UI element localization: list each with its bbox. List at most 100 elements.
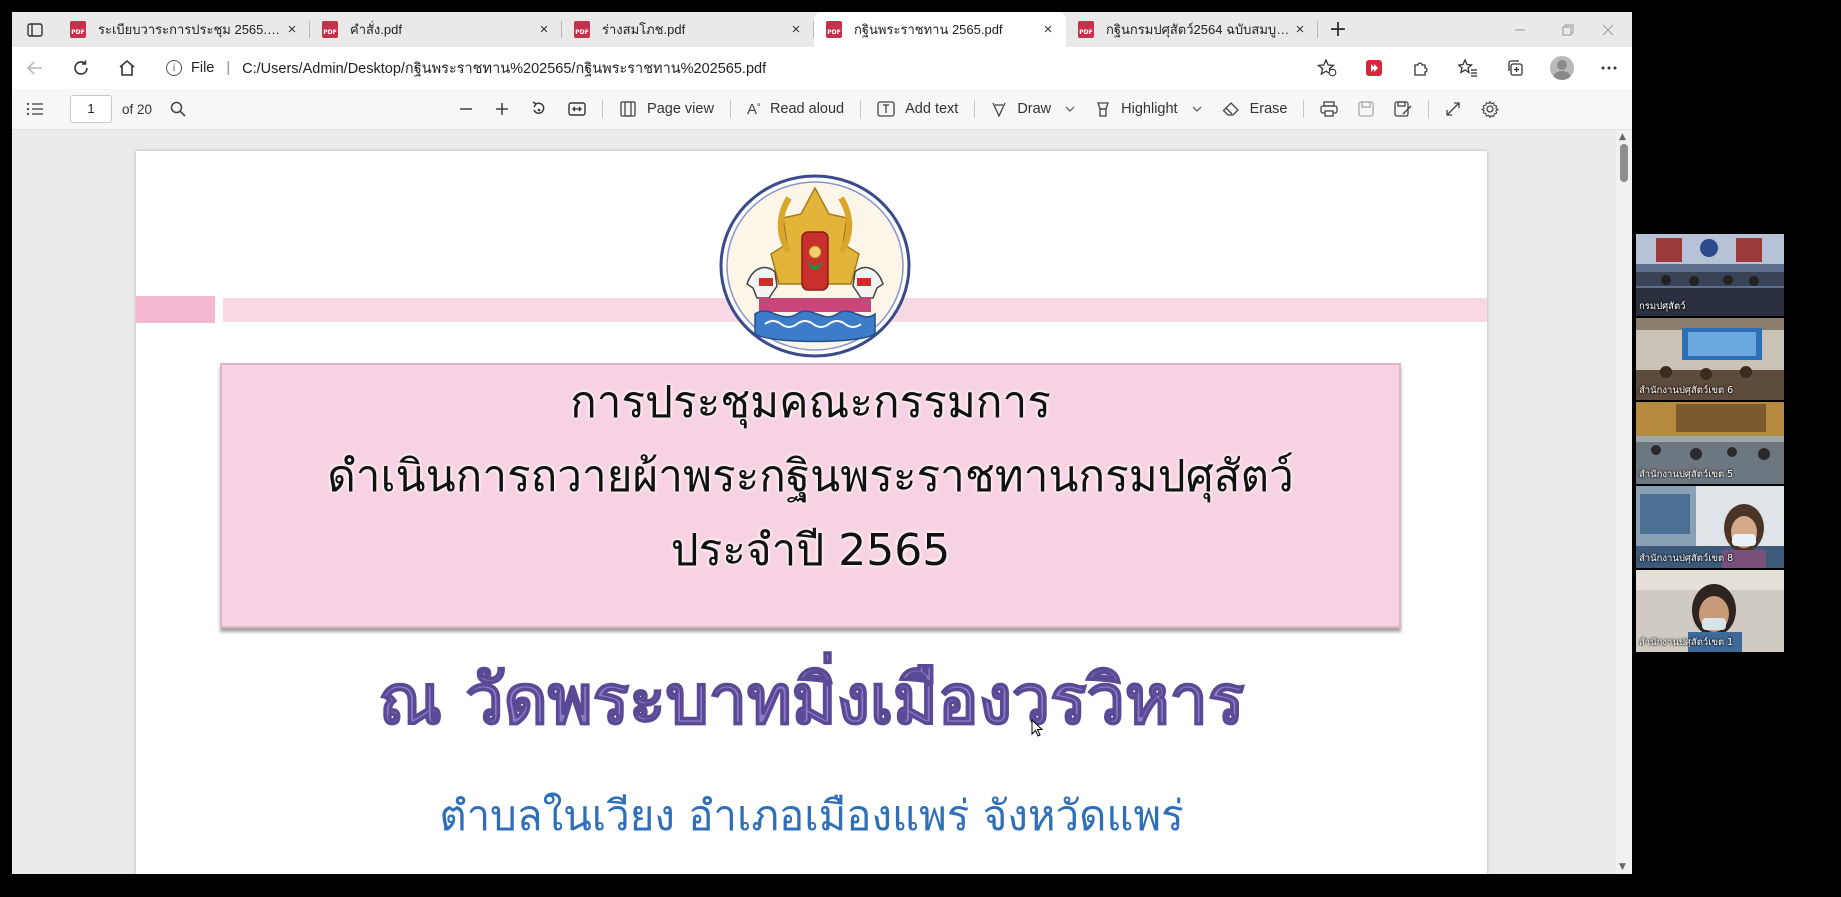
toolbar-divider [1303, 100, 1305, 118]
tab-kathin-2564[interactable]: PDF กฐินกรมปศุสัตว์2564 ฉบับสมบูรณ์.p × [1066, 12, 1318, 47]
add-favorite-button[interactable] [1303, 47, 1350, 89]
pdf-file-icon: PDF [322, 21, 338, 38]
refresh-icon [74, 60, 88, 75]
url-field[interactable]: i File | C:/Users/Admin/Desktop/กฐินพระร… [166, 53, 766, 83]
page-view-button[interactable]: Page view [609, 89, 724, 130]
chevron-down-icon[interactable] [1065, 106, 1075, 112]
tab-close-icon[interactable]: × [1040, 21, 1056, 38]
info-icon[interactable]: i [166, 60, 182, 76]
pdf-file-icon: PDF [574, 21, 590, 38]
read-aloud-button[interactable]: Aᵃ Read aloud [737, 89, 854, 130]
rotate-button[interactable] [520, 89, 558, 130]
pdf-file-icon: PDF [70, 21, 86, 38]
video-tile[interactable]: สำนักงานปศุสัตว์เขต 6 [1636, 318, 1784, 400]
screen: PDF ระเบียบวาระการประชุม 2565.pdf × PDF … [0, 0, 1841, 897]
draw-label: Draw [1017, 101, 1052, 117]
print-button[interactable] [1310, 89, 1348, 130]
back-button[interactable] [12, 47, 58, 89]
page-view-icon [620, 101, 636, 117]
contents-button[interactable] [12, 89, 54, 130]
highlight-button[interactable]: Highlight [1085, 89, 1211, 130]
page-number-input[interactable]: 1 [70, 95, 112, 123]
page-view-label: Page view [647, 101, 714, 117]
rotate-icon [532, 101, 545, 114]
refresh-button[interactable] [58, 47, 104, 89]
search-icon [170, 101, 186, 117]
add-text-button[interactable]: Add text [867, 89, 968, 130]
participant-label: สำนักงานปศุสัตว์เขต 6 [1639, 385, 1734, 396]
new-tab-button[interactable]: + [1318, 12, 1358, 47]
fit-width-icon [568, 102, 586, 116]
document-viewport[interactable]: การประชุมคณะกรรมการ ดำเนินการถวายผ้าพระก… [12, 130, 1616, 874]
profile-button[interactable] [1538, 47, 1585, 89]
tab-agenda[interactable]: PDF ระเบียบวาระการประชุม 2565.pdf × [58, 12, 310, 47]
expand-icon [1446, 102, 1461, 116]
find-button[interactable] [160, 89, 196, 130]
home-icon [119, 59, 135, 76]
tab-close-icon[interactable]: × [1292, 21, 1308, 38]
tab-close-icon[interactable]: × [536, 21, 552, 38]
zoom-in-button[interactable] [484, 89, 520, 130]
title-line-1: การประชุมคณะกรรมการ [570, 377, 1051, 428]
minimize-button[interactable] [1496, 12, 1544, 47]
ellipsis-icon [1601, 66, 1616, 70]
zoom-out-button[interactable] [448, 89, 484, 130]
decorative-stripe [136, 296, 215, 323]
add-text-icon [877, 101, 895, 117]
draw-button[interactable]: Draw [981, 89, 1085, 130]
tab-draft[interactable]: PDF ร่างสมโภช.pdf × [562, 12, 814, 47]
pdf-toolbar: 1 of 20 Page view Aᵃ Read aloud Add text… [12, 89, 1632, 130]
department-seal-logo [719, 174, 911, 358]
pdf-page: การประชุมคณะกรรมการ ดำเนินการถวายผ้าพระก… [136, 151, 1487, 874]
collections-button[interactable] [1491, 47, 1538, 89]
puzzle-icon [1413, 62, 1428, 76]
plus-icon [496, 103, 509, 115]
video-tile[interactable]: สำนักงานปศุสัตว์เขต 1 [1636, 570, 1784, 652]
read-aloud-icon: Aᵃ [746, 100, 760, 118]
printer-icon [1320, 101, 1339, 117]
restore-icon [1562, 24, 1574, 35]
venue-heading: ณ วัดพระบาทมิ่งเมืองวรวิหาร [378, 661, 1245, 740]
chevron-down-icon[interactable] [1192, 106, 1202, 112]
video-participant-strip: กรมปศุสัตว์ สำนักงานปศุสัตว์เขต 6 สำนักง… [1636, 234, 1784, 652]
toolbar-divider [1428, 100, 1430, 118]
settings-button[interactable] [1471, 89, 1509, 130]
video-tile[interactable]: กรมปศุสัตว์ [1636, 234, 1784, 316]
close-window-button[interactable] [1584, 12, 1632, 47]
erase-label: Erase [1249, 101, 1288, 117]
extension-button[interactable] [1350, 47, 1397, 89]
tab-actions-button[interactable] [12, 12, 58, 47]
url-text[interactable]: C:/Users/Admin/Desktop/กฐินพระราชทาน%202… [242, 57, 766, 80]
pdf-file-icon: PDF [826, 21, 842, 38]
browser-toolbar [1303, 47, 1632, 89]
tab-close-icon[interactable]: × [284, 21, 300, 38]
favorites-list-icon [1457, 59, 1477, 77]
fit-to-width-button[interactable] [558, 89, 596, 130]
video-tile[interactable]: สำนักงานปศุสัตว์เขต 8 [1636, 486, 1784, 568]
scroll-up-icon[interactable]: ▲ [1619, 132, 1626, 142]
scroll-thumb[interactable] [1620, 144, 1628, 182]
back-arrow-icon [26, 61, 42, 75]
tab-title: ร่างสมโภช.pdf [602, 22, 686, 37]
vertical-scrollbar[interactable]: ▲ ▼ [1616, 130, 1632, 874]
save-as-button[interactable] [1384, 89, 1422, 130]
address-bar: i File | C:/Users/Admin/Desktop/กฐินพระร… [12, 47, 1632, 89]
favorites-button[interactable] [1444, 47, 1491, 89]
video-tile[interactable]: สำนักงานปศุสัตว์เขต 5 [1636, 402, 1784, 484]
minimize-icon [1515, 29, 1525, 30]
tab-strip: PDF ระเบียบวาระการประชุม 2565.pdf × PDF … [12, 12, 1632, 47]
scroll-down-icon[interactable]: ▼ [1619, 862, 1626, 872]
tab-kathin-2565[interactable]: PDF กฐินพระราชทาน 2565.pdf × [814, 12, 1066, 47]
save-button[interactable] [1348, 89, 1384, 130]
extensions-button[interactable] [1397, 47, 1444, 89]
home-button[interactable] [104, 47, 150, 89]
toolbar-divider [860, 100, 862, 118]
more-menu-button[interactable] [1585, 47, 1632, 89]
fullscreen-button[interactable] [1435, 89, 1471, 130]
avatar [1549, 56, 1574, 80]
tab-order[interactable]: PDF คำสั่ง.pdf × [310, 12, 562, 47]
participant-label: สำนักงานปศุสัตว์เขต 8 [1639, 553, 1734, 564]
erase-button[interactable]: Erase [1212, 89, 1298, 130]
tab-close-icon[interactable]: × [788, 21, 804, 38]
eraser-icon [1222, 102, 1239, 116]
